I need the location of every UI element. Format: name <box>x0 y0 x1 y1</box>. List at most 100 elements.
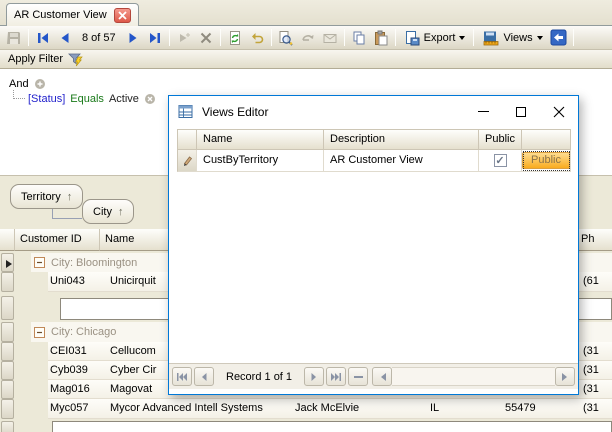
collapse-navigator-button[interactable] <box>348 367 368 386</box>
filter-comparison[interactable]: Equals <box>70 93 104 105</box>
row-indicator <box>1 253 14 272</box>
remove-condition-icon[interactable] <box>144 93 156 105</box>
collapse-group-icon[interactable] <box>34 327 45 338</box>
cell-phone: (31 <box>583 380 612 399</box>
cell-customer-id: CEI031 <box>50 342 105 361</box>
filter-operator: And <box>9 78 29 90</box>
save-button[interactable] <box>3 28 25 48</box>
views-header-description[interactable]: Description <box>324 129 479 150</box>
views-header-name[interactable]: Name <box>197 129 324 150</box>
cell-customer-id: Uni043 <box>50 272 105 291</box>
print-preview-button[interactable] <box>275 28 297 48</box>
views-header-action[interactable] <box>522 129 571 150</box>
cell-customer-id: Myc057 <box>50 399 105 418</box>
dialog-title: Views Editor <box>202 105 268 119</box>
views-cell-action: Public <box>522 150 571 172</box>
dialog-close-button[interactable] <box>540 96 578 127</box>
filter-field[interactable]: [Status] <box>28 93 65 105</box>
cell-phone: (31 <box>583 399 612 418</box>
filter-root-node[interactable]: And <box>9 78 46 90</box>
apply-filter-bar[interactable]: Apply Filter <box>0 50 612 69</box>
views-editor-icon <box>178 104 194 119</box>
next-record-button[interactable] <box>122 28 144 48</box>
scroll-right-button[interactable] <box>555 367 575 386</box>
collapse-group-icon[interactable] <box>34 257 45 268</box>
maximize-button[interactable] <box>502 96 540 127</box>
delete-record-button[interactable] <box>195 28 217 48</box>
scrollbar-track[interactable] <box>392 367 555 386</box>
nav-next-button[interactable] <box>304 367 324 386</box>
last-record-icon <box>147 30 163 46</box>
dialog-caption-buttons <box>464 96 578 127</box>
toolbar-separator <box>28 29 29 46</box>
horizontal-scrollbar[interactable] <box>372 367 575 386</box>
grid-header-customer-id[interactable]: Customer ID <box>15 229 100 251</box>
filter-lightning-icon <box>68 52 84 67</box>
refresh-icon <box>227 30 243 46</box>
email-button[interactable] <box>319 28 341 48</box>
first-record-button[interactable] <box>32 28 54 48</box>
nav-next-icon <box>310 372 318 382</box>
next-record-icon <box>125 30 141 46</box>
minus-icon <box>354 376 363 378</box>
refresh-button[interactable] <box>224 28 246 48</box>
group-button-city[interactable]: City ↑ <box>82 199 134 224</box>
scroll-right-icon <box>562 373 571 381</box>
table-row-myc057[interactable]: Myc057 Mycor Advanced Intell Systems Jac… <box>48 399 612 419</box>
add-condition-icon[interactable] <box>34 78 46 90</box>
row-indicator <box>1 272 14 292</box>
nav-last-button[interactable] <box>326 367 346 386</box>
minimize-icon <box>478 111 489 112</box>
toolbar-separator <box>573 29 574 46</box>
previous-record-button[interactable] <box>54 28 76 48</box>
group-button-territory[interactable]: Territory ↑ <box>10 184 83 209</box>
minimize-button[interactable] <box>464 96 502 127</box>
paste-button[interactable] <box>370 28 392 48</box>
paste-icon <box>373 30 389 46</box>
toolbar-separator <box>220 29 221 46</box>
goto-button[interactable] <box>297 28 319 48</box>
filter-condition[interactable]: [Status] Equals Active <box>28 93 156 105</box>
toolbar-separator <box>344 29 345 46</box>
views-cell-public: ✓ <box>479 150 522 172</box>
new-record-button[interactable] <box>173 28 195 48</box>
switch-view-button[interactable] <box>548 28 570 48</box>
row-edit-indicator <box>177 150 197 172</box>
group-row-label: City: Chicago <box>51 326 116 338</box>
views-button[interactable]: Views <box>477 28 547 48</box>
views-grid-row[interactable]: CustByTerritory AR Customer View ✓ Publi… <box>177 150 571 172</box>
export-icon <box>404 30 420 46</box>
undo-button[interactable] <box>246 28 268 48</box>
copy-button[interactable] <box>348 28 370 48</box>
views-dropdown-caret-icon[interactable] <box>537 36 543 43</box>
nav-first-icon <box>176 372 188 382</box>
nav-first-button[interactable] <box>172 367 192 386</box>
cell-zip: 55479 <box>505 399 565 418</box>
dialog-record-navigator: Record 1 of 1 <box>169 363 578 389</box>
export-button[interactable]: Export <box>399 28 471 48</box>
nav-previous-button[interactable] <box>194 367 214 386</box>
first-record-icon <box>35 30 51 46</box>
record-position: 8 of 57 <box>76 32 122 44</box>
cell-customer-id: Cyb039 <box>50 361 105 380</box>
tab-close-button[interactable] <box>114 8 131 23</box>
check-icon: ✓ <box>495 156 504 166</box>
cell-state: IL <box>430 399 470 418</box>
last-record-button[interactable] <box>144 28 166 48</box>
row-indicator <box>1 322 14 342</box>
views-cell-description[interactable]: AR Customer View <box>324 150 479 172</box>
row-indicator <box>1 399 14 419</box>
public-button[interactable]: Public <box>522 152 570 169</box>
scroll-left-button[interactable] <box>372 367 392 386</box>
public-checkbox[interactable]: ✓ <box>494 154 507 167</box>
cell-phone: (31 <box>583 361 612 380</box>
grid-header-phone[interactable]: Ph <box>576 229 612 251</box>
filter-tree-branch <box>13 90 25 99</box>
cell-contact: Jack McElvie <box>295 399 405 418</box>
filter-value[interactable]: Active <box>109 93 139 105</box>
tab-ar-customer-view[interactable]: AR Customer View <box>6 3 139 26</box>
views-header-public[interactable]: Public <box>479 129 522 150</box>
export-dropdown-caret-icon[interactable] <box>459 36 465 43</box>
dialog-title-bar[interactable]: Views Editor <box>169 96 578 127</box>
views-cell-name[interactable]: CustByTerritory <box>197 150 324 172</box>
